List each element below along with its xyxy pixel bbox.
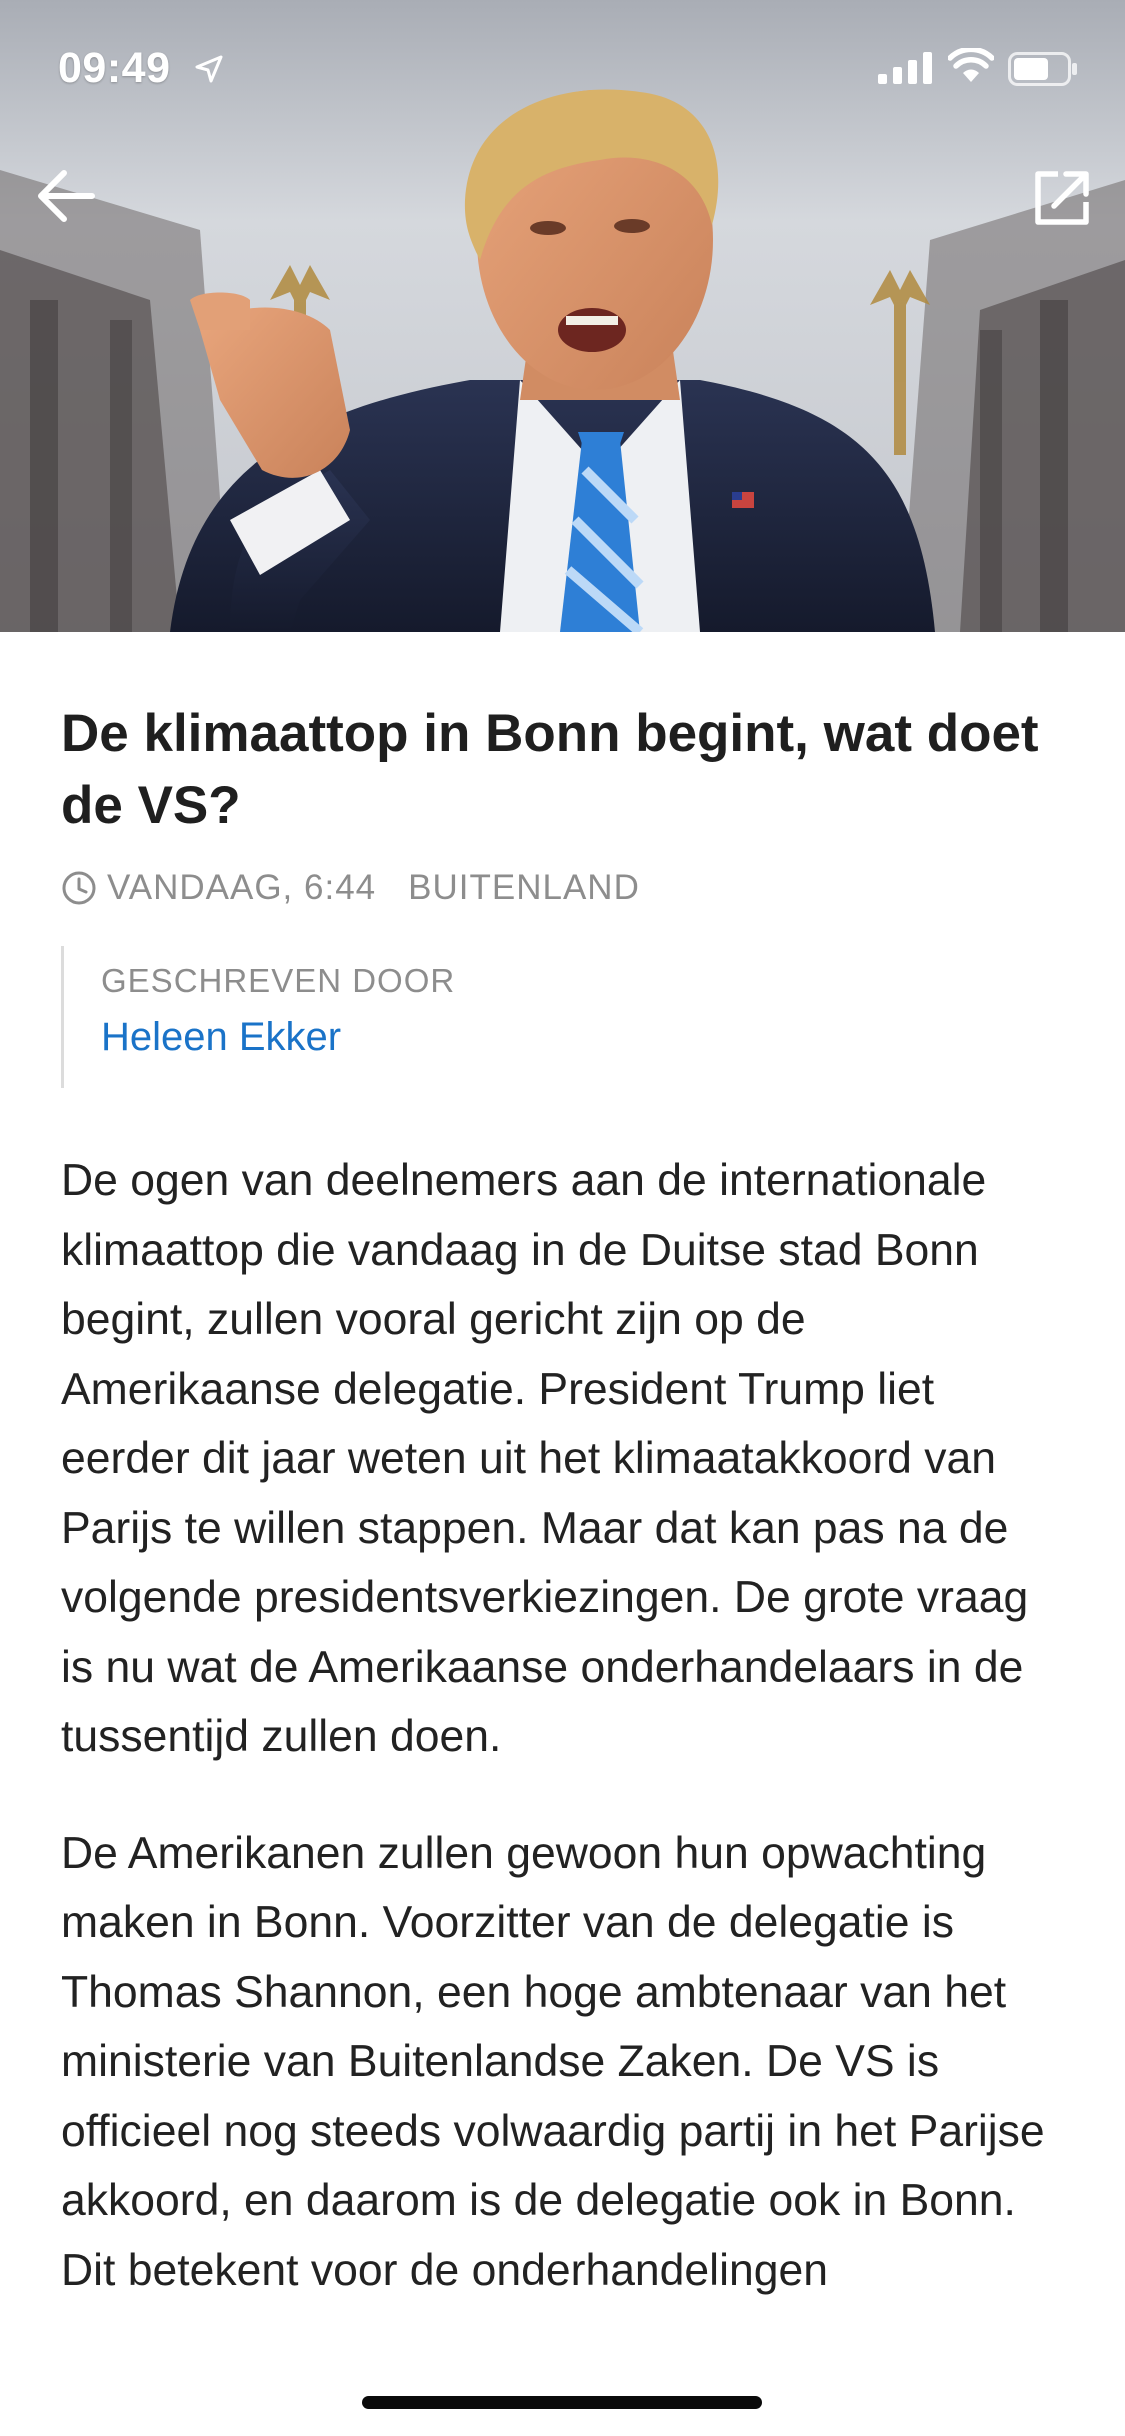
- cellular-signal-icon: [878, 52, 932, 84]
- battery-icon: [1008, 52, 1077, 86]
- status-bar: 09:49: [0, 0, 1125, 132]
- author-block: GESCHREVEN DOOR Heleen Ekker: [61, 946, 1066, 1088]
- article-headline: De klimaattop in Bonn begint, wat doet d…: [61, 704, 1039, 835]
- clock-icon: [62, 871, 96, 905]
- article-screen: 09:49 De klimaattop in Bonn begint, wat …: [0, 0, 1125, 2436]
- back-button[interactable]: [28, 158, 104, 234]
- share-external-icon: [1035, 171, 1089, 225]
- article-paragraph: De Amerikanen zullen gewoon hun opwachti…: [61, 1828, 1045, 2295]
- location-arrow-icon: [195, 55, 223, 83]
- article-paragraph: De ogen van deelnemers aan de internatio…: [61, 1156, 1029, 1761]
- status-time: 09:49: [58, 44, 171, 92]
- share-button[interactable]: [1024, 160, 1100, 236]
- home-indicator[interactable]: [362, 2396, 762, 2409]
- article-timestamp: VANDAAG, 6:44: [107, 868, 377, 907]
- article-content: De klimaattop in Bonn begint, wat doet d…: [61, 632, 1066, 2305]
- wifi-icon: [948, 48, 994, 82]
- article-body: De ogen van deelnemers aan de internatio…: [61, 1146, 1066, 2305]
- back-arrow-icon: [38, 170, 95, 222]
- article-meta: VANDAAG, 6:44 BUITENLAND: [61, 866, 1066, 910]
- author-name-link[interactable]: Heleen Ekker: [101, 1015, 341, 1060]
- author-label: GESCHREVEN DOOR: [101, 962, 456, 999]
- article-category[interactable]: BUITENLAND: [408, 868, 640, 908]
